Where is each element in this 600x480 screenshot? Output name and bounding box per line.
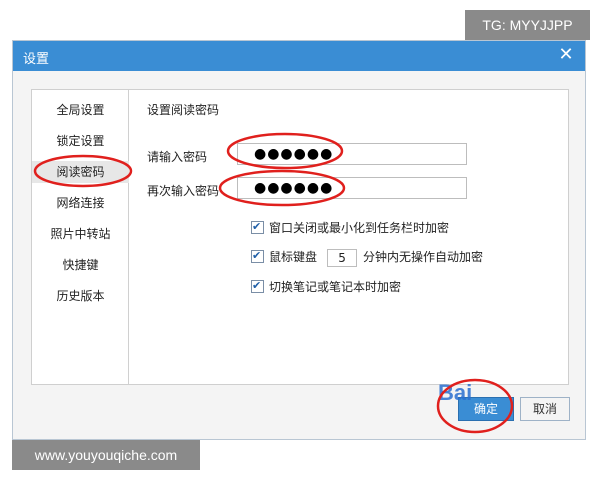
sidebar-item-lock[interactable]: 锁定设置	[32, 130, 129, 152]
confirm-password-field[interactable]: ●●●●●●	[237, 177, 467, 199]
password-label: 请输入密码	[147, 150, 208, 164]
checkbox-idle-encrypt[interactable]: ✔	[251, 249, 264, 263]
settings-sidebar: 全局设置 锁定设置 阅读密码 网络连接 照片中转站 快捷键 历史版本	[32, 90, 129, 384]
settings-panel: 全局设置 锁定设置 阅读密码 网络连接 照片中转站 快捷键 历史版本 设置阅读密…	[31, 89, 569, 385]
sidebar-item-shortcuts[interactable]: 快捷键	[32, 254, 129, 276]
option-idle-encrypt: ✔ 鼠标键盘 5 分钟内无操作自动加密	[251, 248, 484, 267]
checkbox-encrypt-on-minimize[interactable]: ✔	[251, 220, 264, 234]
section-title: 设置阅读密码	[147, 103, 220, 117]
sidebar-item-read-password[interactable]: 阅读密码	[32, 161, 129, 183]
option-label-suffix: 分钟内无操作自动加密	[363, 250, 484, 264]
check-icon: ✔	[252, 220, 262, 233]
watermark-telegram: TG: MYYJJPP	[465, 10, 590, 40]
settings-content: 设置阅读密码 请输入密码 ●●●●●● 再次输入密码 ●●●●●● ✔ 窗口关闭或…	[129, 90, 568, 384]
idle-minutes-input[interactable]: 5	[327, 248, 358, 267]
sidebar-item-network[interactable]: 网络连接	[32, 192, 129, 214]
password-field[interactable]: ●●●●●●	[237, 143, 467, 165]
cancel-button[interactable]: 取消	[520, 397, 570, 421]
close-icon[interactable]: ✕	[555, 43, 577, 67]
check-icon: ✔	[252, 249, 262, 262]
option-label: 切换笔记或笔记本时加密	[269, 280, 402, 294]
watermark-site-url: www.youyouqiche.com	[12, 440, 200, 470]
option-encrypt-on-minimize: ✔ 窗口关闭或最小化到任务栏时加密	[251, 219, 449, 237]
ok-button[interactable]: 确定	[458, 397, 514, 421]
sidebar-item-global[interactable]: 全局设置	[32, 99, 129, 121]
sidebar-item-photo-transfer[interactable]: 照片中转站	[32, 223, 129, 245]
sidebar-item-history[interactable]: 历史版本	[32, 285, 129, 307]
settings-dialog: 设置 ✕ 全局设置 锁定设置 阅读密码 网络连接 照片中转站 快捷键 历史版本 …	[12, 40, 586, 440]
checkbox-encrypt-on-switch[interactable]: ✔	[251, 279, 264, 293]
dialog-titlebar: 设置 ✕	[13, 41, 585, 71]
option-label-prefix: 鼠标键盘	[269, 250, 318, 264]
option-encrypt-on-switch: ✔ 切换笔记或笔记本时加密	[251, 278, 401, 296]
option-label: 窗口关闭或最小化到任务栏时加密	[269, 221, 450, 235]
check-icon: ✔	[252, 279, 262, 292]
confirm-password-label: 再次输入密码	[147, 184, 220, 198]
dialog-title: 设置	[23, 52, 50, 67]
